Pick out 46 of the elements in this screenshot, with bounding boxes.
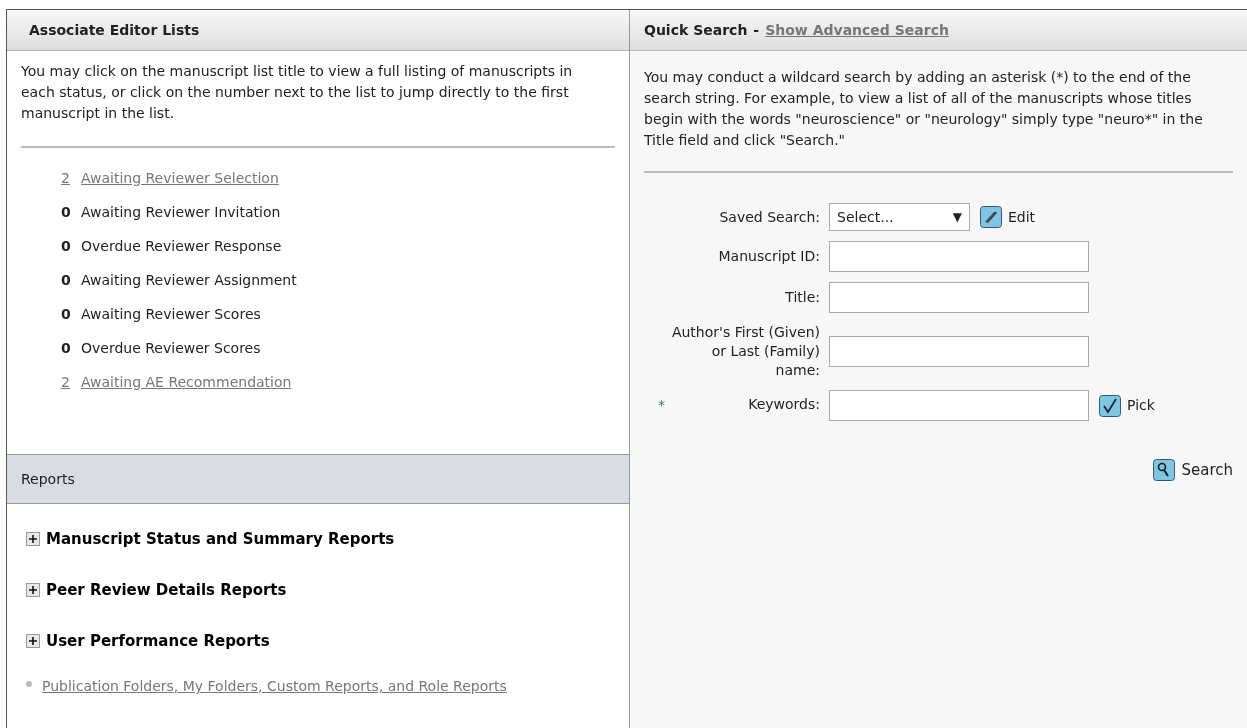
- list-link[interactable]: Awaiting Reviewer Selection: [81, 168, 279, 189]
- reports-link[interactable]: Publication Folders, My Folders, Custom Reports, and Role Reports: [42, 676, 507, 697]
- plus-icon[interactable]: [26, 532, 40, 546]
- bullet-icon: [26, 681, 32, 687]
- list-link[interactable]: Awaiting AE Recommendation: [81, 372, 292, 393]
- count-link[interactable]: 2: [61, 168, 73, 189]
- field-label: Title:: [784, 288, 820, 307]
- search-icon: [1153, 459, 1176, 482]
- panel-title: Quick Search: [644, 20, 748, 40]
- action-button[interactable]: Pick: [1099, 394, 1155, 417]
- search-button[interactable]: Search: [1153, 459, 1233, 482]
- list-label: Awaiting Reviewer Assignment: [81, 271, 297, 290]
- list-label: Awaiting Reviewer Invitation: [81, 203, 281, 222]
- count-link[interactable]: 2: [61, 372, 73, 393]
- field-label: Author's First (Given) or Last (Family) name:: [670, 323, 820, 380]
- instructions-text: You may click on the manuscript list title to view a full listing of manuscripts in each status, or click on the number next to the list to jump directly to the first manuscript in the list.: [21, 62, 574, 123]
- required-mark: *: [658, 396, 665, 415]
- reports-header: Reports: [7, 454, 629, 504]
- field-label: Keywords:: [747, 395, 820, 414]
- report-section-title[interactable]: Peer Review Details Reports: [46, 578, 287, 602]
- text-field[interactable]: [829, 241, 1089, 272]
- count-text: 0: [61, 305, 72, 324]
- list-label: Overdue Reviewer Scores: [81, 339, 261, 358]
- count-text: 0: [61, 237, 72, 256]
- report-section-title[interactable]: Manuscript Status and Summary Reports: [46, 527, 395, 551]
- list-label: Overdue Reviewer Response: [81, 237, 282, 256]
- instructions-text: You may conduct a wildcard search by adding an asterisk (*) to the end of the search string. For example, to view a list of all of the manuscripts whose titles begin with the words "neuroscience" or "neurology" simply type "neuro*" in the Title field and click "Search.": [644, 68, 1204, 150]
- separator-text: -: [753, 20, 760, 40]
- list-label: Awaiting Reviewer Scores: [81, 305, 261, 324]
- field-label: Manuscript ID:: [717, 247, 820, 266]
- saved-search-dropdown[interactable]: Select... ▼: [829, 203, 970, 231]
- report-section-title[interactable]: User Performance Reports: [46, 629, 270, 653]
- action-button[interactable]: Edit: [980, 206, 1036, 228]
- text-field[interactable]: [829, 390, 1089, 421]
- count-text: 0: [61, 203, 72, 222]
- count-text: 0: [61, 339, 72, 358]
- panel-title: Associate Editor Lists: [29, 20, 200, 40]
- plus-icon[interactable]: [26, 634, 40, 648]
- advanced-search-link[interactable]: Show Advanced Search: [765, 19, 949, 41]
- plus-icon[interactable]: [26, 583, 40, 597]
- text-field[interactable]: [829, 282, 1089, 313]
- field-label: Saved Search:: [718, 207, 820, 227]
- text-field[interactable]: [829, 336, 1089, 367]
- pencil-icon: [980, 206, 1002, 228]
- count-text: 0: [61, 271, 72, 290]
- checkmark-icon: [1099, 394, 1121, 417]
